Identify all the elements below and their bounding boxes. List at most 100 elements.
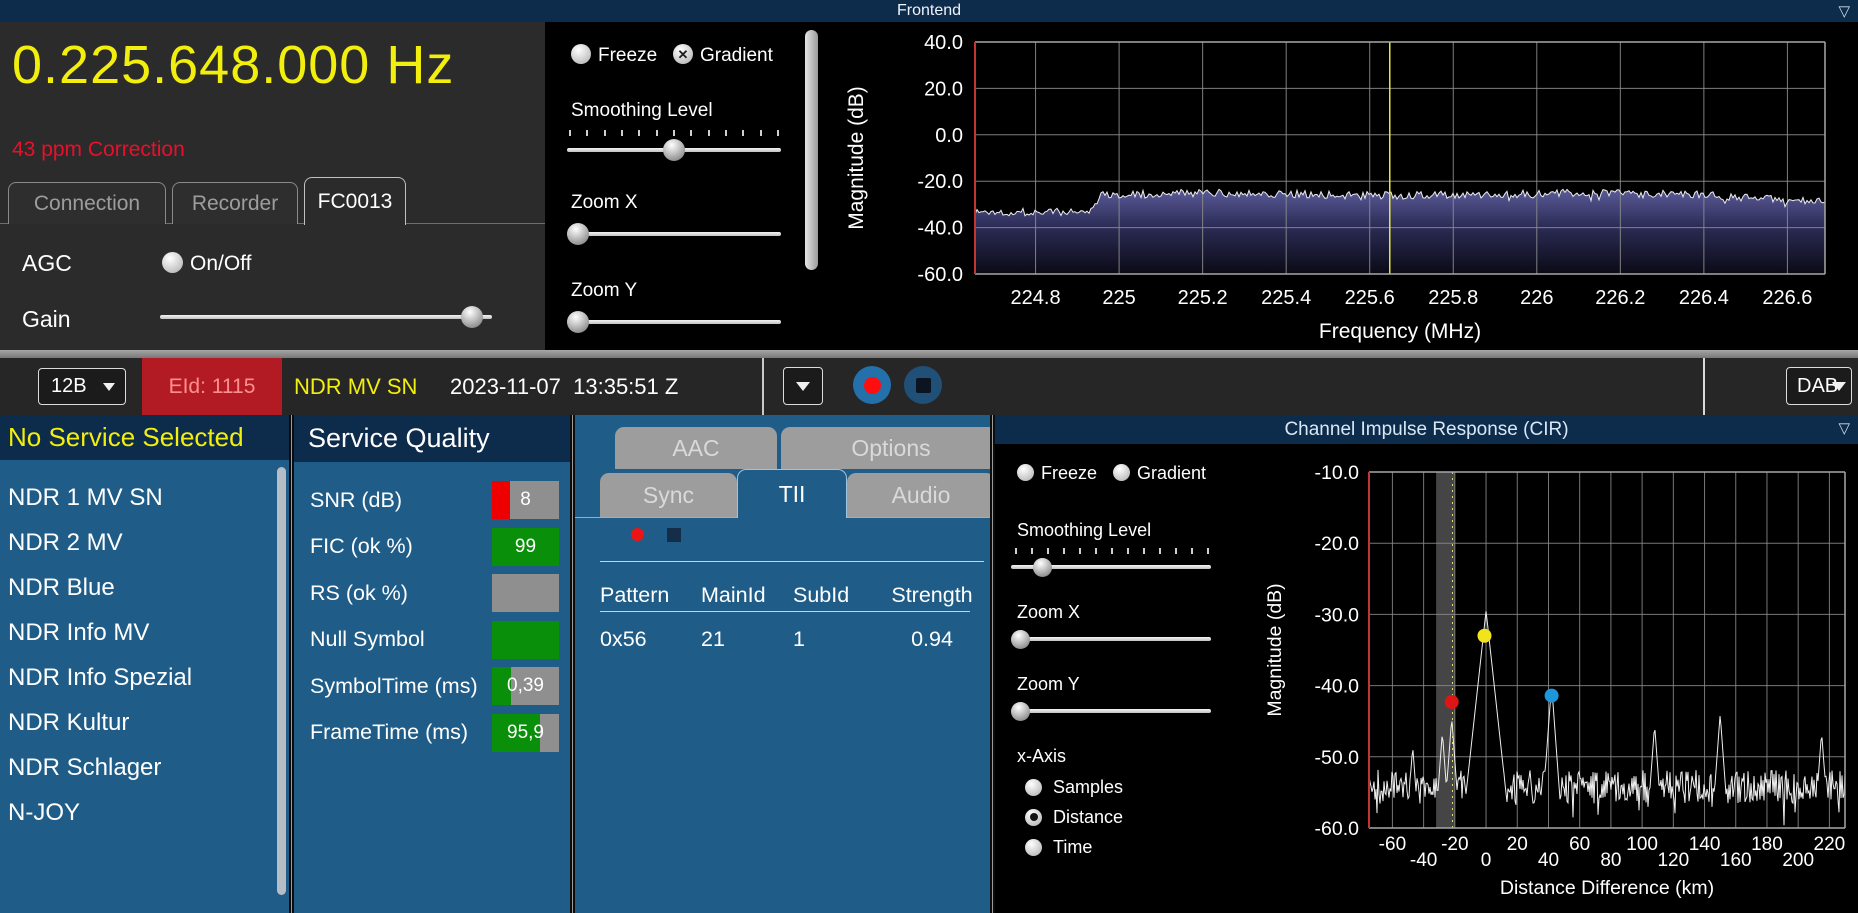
slider-knob[interactable] — [1011, 630, 1030, 649]
tab-connection[interactable]: Connection — [8, 182, 166, 224]
xaxis-option-label: Samples — [1053, 777, 1123, 798]
tab-fc0013[interactable]: FC0013 — [304, 177, 406, 225]
svg-text:225.8: 225.8 — [1428, 287, 1478, 309]
frontend-collapse-icon[interactable]: ▽ — [1838, 2, 1850, 20]
chevron-down-icon — [1832, 382, 1846, 391]
slider-knob[interactable] — [1033, 558, 1052, 577]
cir-gradient-radio[interactable] — [1113, 464, 1130, 481]
slider-knob[interactable] — [1011, 702, 1030, 721]
slider-groove[interactable] — [567, 232, 781, 236]
smoothing-slider-ticks — [569, 130, 779, 136]
stop-button[interactable] — [904, 366, 942, 404]
agc-radio[interactable] — [162, 252, 183, 273]
spectrum-gradient-label: Gradient — [700, 45, 773, 67]
cir-gradient-label: Gradient — [1137, 463, 1206, 484]
quality-value — [492, 621, 559, 659]
xaxis-option-time[interactable]: Time — [1025, 832, 1123, 862]
spectrum-freeze-radio[interactable] — [571, 44, 591, 64]
frontend-titlebar: Frontend ▽ — [0, 0, 1858, 22]
radio-icon[interactable] — [1025, 809, 1042, 826]
tii-marker-yellow — [1477, 629, 1491, 643]
tii-table-cell: 21 — [701, 627, 793, 652]
service-item[interactable]: N-JOY — [0, 790, 273, 835]
slider-knob[interactable] — [461, 306, 483, 328]
mode-combo-value: DAB — [1787, 375, 1838, 398]
radio-icon[interactable] — [1025, 779, 1042, 796]
tii-table-row[interactable]: 0x562110.94 — [600, 627, 981, 652]
controls-scrollbar[interactable] — [805, 30, 818, 270]
tab-sync[interactable]: Sync — [600, 473, 737, 517]
record-indicator-icon[interactable] — [631, 528, 644, 541]
svg-text:-60: -60 — [1379, 834, 1406, 855]
svg-text:220: 220 — [1814, 834, 1846, 855]
service-item[interactable]: NDR Info Spezial — [0, 655, 273, 700]
cir-xaxis-label: x-Axis — [1017, 746, 1066, 767]
svg-text:20: 20 — [1507, 834, 1528, 855]
tab-audio[interactable]: Audio — [847, 473, 990, 517]
service-item[interactable]: NDR Kultur — [0, 700, 273, 745]
cir-freeze-radio[interactable] — [1017, 464, 1034, 481]
selected-service-label: No Service Selected — [0, 422, 244, 453]
quality-row: FIC (ok %)99 — [294, 524, 570, 571]
stop-indicator-icon[interactable] — [667, 528, 681, 542]
spectrum-smoothing-label: Smoothing Level — [571, 100, 713, 122]
tab-tii[interactable]: TII — [737, 469, 847, 518]
horizontal-splitter[interactable] — [0, 350, 1858, 358]
spectrum-zoomx-slider[interactable] — [567, 222, 781, 246]
services-scrollbar[interactable] — [277, 467, 286, 895]
slider-groove[interactable] — [1011, 709, 1211, 713]
slider-knob[interactable] — [567, 223, 589, 245]
record-icon — [864, 377, 881, 394]
tii-table-body: 0x562110.94 — [600, 627, 981, 652]
service-item[interactable]: NDR Schlager — [0, 745, 273, 790]
slider-groove[interactable] — [567, 320, 781, 324]
svg-text:80: 80 — [1600, 850, 1621, 871]
svg-text:226.4: 226.4 — [1679, 287, 1729, 309]
service-quality-panel: Service Quality SNR (dB)8FIC (ok %)99RS … — [294, 415, 570, 913]
slider-groove[interactable] — [1011, 637, 1211, 641]
spectrum-zoomy-slider[interactable] — [567, 310, 781, 334]
cir-collapse-icon[interactable]: ▽ — [1838, 419, 1850, 437]
channel-combo[interactable]: 12B — [38, 368, 126, 405]
svg-text:226.2: 226.2 — [1595, 287, 1645, 309]
quality-value: 95,9 — [492, 714, 559, 752]
spectrum-smoothing-slider[interactable] — [567, 138, 781, 162]
spectrum-gradient-radio[interactable] — [673, 44, 693, 64]
gain-slider[interactable] — [160, 304, 492, 330]
utc-timestamp: 2023-11-07 13:35:51 Z — [450, 358, 678, 415]
cir-zoomx-label: Zoom X — [1017, 602, 1080, 623]
svg-text:-30.0: -30.0 — [1315, 604, 1360, 626]
cir-zoomx-slider[interactable] — [1011, 628, 1211, 650]
service-item[interactable]: NDR Info MV — [0, 610, 273, 655]
cir-zoomy-slider[interactable] — [1011, 700, 1211, 722]
ensemble-id-text: EId: 1115 — [169, 375, 256, 399]
slider-knob[interactable] — [567, 311, 589, 333]
slider-knob[interactable] — [663, 139, 685, 161]
ensemble-name: NDR MV SN — [294, 358, 417, 415]
service-item[interactable]: NDR 2 MV — [0, 520, 273, 565]
statusbar-separator — [762, 358, 764, 415]
small-dropdown[interactable] — [783, 367, 823, 405]
quality-value: 0,39 — [492, 667, 559, 705]
svg-text:-50.0: -50.0 — [1315, 747, 1360, 769]
svg-text:Magnitude (dB): Magnitude (dB) — [845, 86, 868, 230]
mode-combo[interactable]: DAB — [1786, 367, 1852, 405]
quality-label: RS (ok %) — [294, 581, 492, 606]
tab-aac[interactable]: AAC — [615, 427, 777, 469]
service-item[interactable]: NDR Blue — [0, 565, 273, 610]
xaxis-option-distance[interactable]: Distance — [1025, 802, 1123, 832]
tab-options[interactable]: Options — [781, 427, 990, 469]
spectrum-zoomx-label: Zoom X — [571, 192, 638, 214]
tab-recorder[interactable]: Recorder — [172, 182, 298, 224]
service-item[interactable]: NDR 1 MV SN — [0, 475, 273, 520]
quality-label: SymbolTime (ms) — [294, 674, 492, 699]
slider-groove[interactable] — [160, 315, 492, 319]
stop-icon — [916, 378, 931, 393]
xaxis-option-samples[interactable]: Samples — [1025, 772, 1123, 802]
svg-text:-40: -40 — [1410, 850, 1437, 871]
cir-smoothing-slider[interactable] — [1011, 556, 1211, 578]
spectrum-controls-panel: Freeze Gradient Smoothing Level Zoom X Z… — [545, 22, 823, 350]
svg-text:100: 100 — [1626, 834, 1658, 855]
record-button[interactable] — [853, 366, 891, 404]
radio-icon[interactable] — [1025, 839, 1042, 856]
